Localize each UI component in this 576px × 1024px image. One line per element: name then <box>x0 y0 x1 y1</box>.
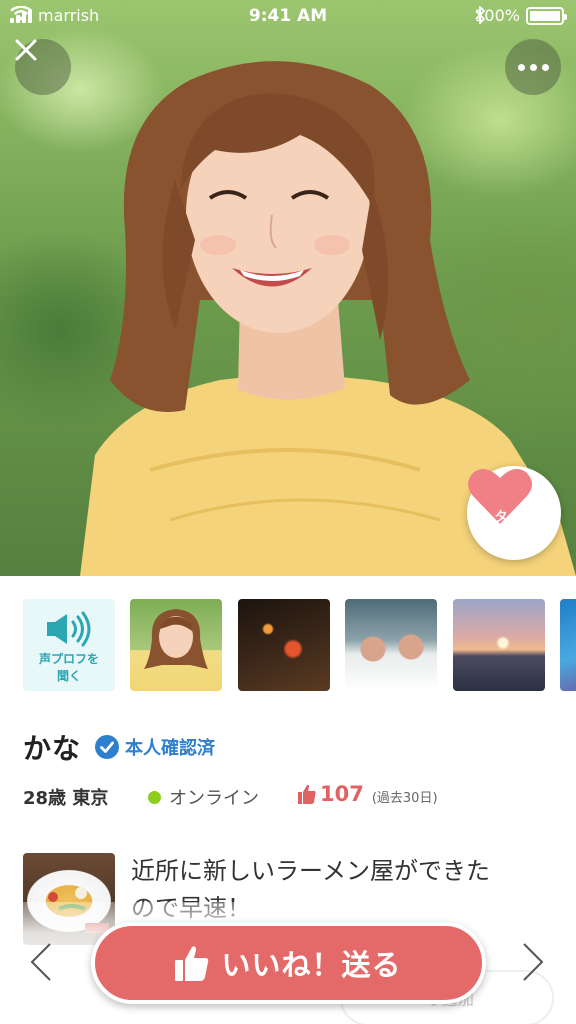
battery-icon <box>526 6 567 25</box>
more-icon <box>517 63 549 71</box>
photo-thumbnail-strip[interactable]: 声プロフを 聞く <box>23 599 576 691</box>
speaker-icon <box>47 611 91 647</box>
status-bar: marrish 9:41 AM 100% <box>0 0 576 34</box>
thumbnail-sunset-sea[interactable] <box>453 599 545 691</box>
online-dot-icon <box>148 790 161 804</box>
post-text-line1: 近所に新しいラーメン屋ができた <box>131 857 491 885</box>
more-options-button[interactable] <box>505 39 561 95</box>
profile-name: かな <box>23 732 82 765</box>
likes-count: 107 (過去30日) <box>298 782 438 806</box>
thumbnail-portrait <box>144 609 208 669</box>
bluetooth-icon <box>475 6 486 24</box>
online-status-label: オンライン <box>169 788 259 809</box>
thumbnail-night-lanterns[interactable] <box>238 599 330 691</box>
type-button[interactable]: タイプ <box>467 466 561 560</box>
profile-meta-row: 28歳 東京 オンライン 107 (過去30日) <box>23 782 563 812</box>
online-status: オンライン <box>148 784 259 810</box>
status-right: 100% <box>474 6 567 25</box>
voice-profile-button[interactable]: 声プロフを 聞く <box>23 599 115 691</box>
age-location: 28歳 東京 <box>23 788 109 809</box>
verified-badge: 本人確認済 <box>95 734 215 760</box>
thumbs-up-icon <box>298 784 316 804</box>
likes-count-value: 107 <box>320 782 364 806</box>
voice-profile-label: 声プロフを 聞く <box>38 652 99 683</box>
thumbnail-snow-monkeys[interactable] <box>345 599 437 691</box>
previous-profile-arrow-icon[interactable] <box>26 940 56 984</box>
profile-main-photo[interactable]: marrish 9:41 AM 100% タイプ <box>0 0 576 576</box>
thumbnail-coral-reef[interactable] <box>560 599 576 691</box>
close-icon <box>15 39 37 61</box>
next-profile-arrow-icon[interactable] <box>518 940 548 984</box>
send-like-button[interactable]: いいね！送る <box>91 922 486 1004</box>
likes-period: (過去30日) <box>371 790 438 806</box>
thumbs-up-icon <box>175 946 209 981</box>
close-button[interactable] <box>15 39 71 95</box>
verified-label: 本人確認済 <box>125 738 216 759</box>
name-row: かな 本人確認済 <box>23 727 215 767</box>
verified-check-icon <box>95 735 120 759</box>
thumbnail-profile-photo[interactable] <box>130 599 222 691</box>
send-like-label: いいね！送る <box>221 948 402 982</box>
type-button-label: タイプ <box>494 510 534 525</box>
